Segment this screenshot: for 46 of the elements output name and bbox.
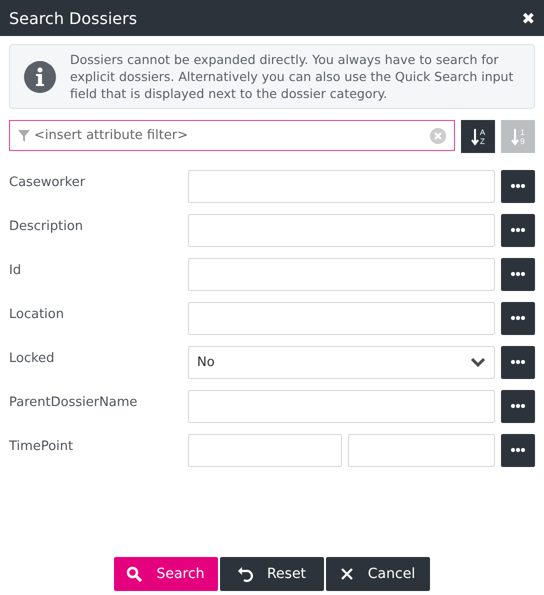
dropdown[interactable]: No <box>188 346 495 378</box>
field-label: Location <box>9 306 65 322</box>
close-icon <box>340 567 354 581</box>
more-button[interactable] <box>501 346 535 378</box>
field-label: Id <box>9 262 22 278</box>
search-button[interactable]: Search <box>114 557 218 591</box>
more-icon <box>511 316 525 320</box>
arrow-down-icon <box>511 128 520 146</box>
input-field[interactable] <box>188 434 342 466</box>
chevron-down-icon <box>470 357 486 367</box>
info-text: Dossiers cannot be expanded directly. You always have to search for explicit dossiers. Alternatively you can also use the Quick Search input field that is displayed next to the dossier category. <box>70 51 514 102</box>
sort-button[interactable]: A Z <box>461 120 495 153</box>
input-field[interactable] <box>188 258 495 290</box>
more-icon <box>511 404 525 408</box>
more-button[interactable] <box>501 258 535 290</box>
more-icon <box>511 448 525 452</box>
info-icon <box>24 60 56 92</box>
more-icon <box>511 184 525 188</box>
filter-field[interactable]: <insert attribute filter> <box>9 120 455 151</box>
more-button[interactable] <box>501 434 535 466</box>
input-field[interactable] <box>188 302 495 334</box>
field-label: ParentDossierName <box>9 394 138 410</box>
input-field[interactable] <box>188 214 495 246</box>
more-button[interactable] <box>501 170 535 202</box>
more-icon <box>511 272 525 276</box>
input-field[interactable] <box>188 390 495 422</box>
filter-icon <box>18 130 30 142</box>
field-label: Description <box>9 218 84 234</box>
input-field[interactable] <box>348 434 495 466</box>
input-field[interactable] <box>188 170 495 202</box>
more-button[interactable] <box>501 214 535 246</box>
field-label: TimePoint <box>9 438 74 454</box>
field-label: Caseworker <box>9 174 86 190</box>
close-button[interactable]: ✖ <box>522 8 535 28</box>
undo-icon <box>236 566 253 582</box>
more-icon <box>511 228 525 232</box>
more-icon <box>511 360 525 364</box>
search-icon <box>126 566 142 582</box>
field-label: Locked <box>9 350 56 366</box>
window-title: Search Dossiers <box>9 8 138 28</box>
reset-button[interactable]: Reset <box>220 557 324 591</box>
more-button[interactable] <box>501 302 535 334</box>
cancel-button[interactable]: Cancel <box>326 557 430 591</box>
clear-icon[interactable] <box>430 128 446 144</box>
arrow-down-icon <box>470 128 479 146</box>
more-button[interactable] <box>501 390 535 422</box>
